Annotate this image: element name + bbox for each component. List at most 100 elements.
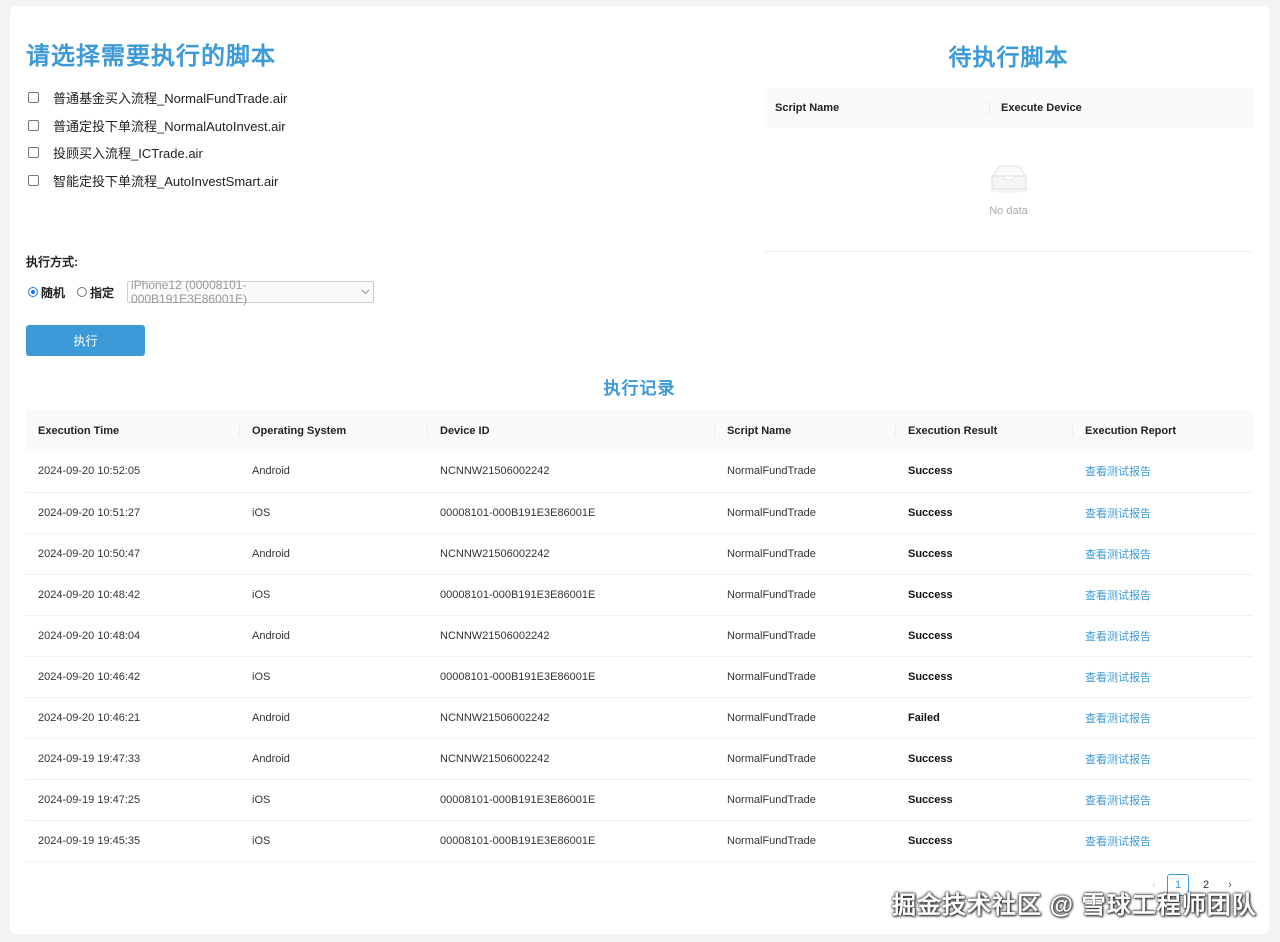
execution-time-cell: 2024-09-20 10:51:27: [26, 492, 240, 534]
result-cell: Success: [896, 656, 1073, 698]
column-header: Operating System: [240, 410, 428, 451]
execution-time-cell: 2024-09-19 19:47:33: [26, 738, 240, 780]
device-id-cell: 00008101-000B191E3E86001E: [428, 820, 715, 862]
report-cell: 查看测试报告: [1073, 492, 1253, 534]
device-id-cell: 00008101-000B191E3E86001E: [428, 574, 715, 616]
mode-random-label[interactable]: 随机: [41, 284, 65, 301]
script-name-cell: NormalFundTrade: [715, 738, 896, 780]
execution-time-cell: 2024-09-19 19:45:35: [26, 820, 240, 862]
os-cell: Android: [240, 697, 428, 739]
script-select-title: 请选择需要执行的脚本: [26, 43, 276, 70]
script-checkbox[interactable]: [28, 147, 39, 159]
table-row: 2024-09-19 19:47:33 Android NCNNW215060022…: [26, 738, 1253, 780]
report-cell: 查看测试报告: [1073, 574, 1253, 616]
script-item[interactable]: 投顾买入流程_ICTrade.air: [28, 139, 287, 167]
result-cell: Success: [896, 533, 1073, 575]
report-cell: 查看测试报告: [1073, 738, 1253, 780]
script-label: 普通基金买入流程_NormalFundTrade.air: [53, 91, 288, 107]
device-id-cell: NCNNW21506002242: [428, 533, 715, 575]
script-checkbox[interactable]: [28, 119, 39, 131]
view-report-link[interactable]: 查看测试报告: [1085, 754, 1151, 766]
report-cell: 查看测试报告: [1073, 615, 1253, 657]
pending-scripts-table: Script Name Execute Device No data: [764, 88, 1253, 252]
device-select-value: iPhone12 (00008101-000B191E3E86001E): [131, 278, 248, 306]
view-report-link[interactable]: 查看测试报告: [1085, 672, 1151, 684]
result-cell: Success: [896, 451, 1073, 493]
execution-time-cell: 2024-09-20 10:52:05: [26, 451, 240, 493]
column-header: Execution Report: [1073, 410, 1253, 451]
script-checkbox[interactable]: [28, 92, 39, 104]
pending-table-header: Script Name Execute Device: [764, 88, 1253, 128]
script-item[interactable]: 智能定投下单流程_AutoInvestSmart.air: [28, 167, 287, 195]
view-report-link[interactable]: 查看测试报告: [1085, 549, 1151, 561]
view-report-link[interactable]: 查看测试报告: [1085, 466, 1151, 478]
report-cell: 查看测试报告: [1073, 451, 1253, 493]
script-checkbox-list: 普通基金买入流程_NormalFundTrade.air 普通定投下单流程_No…: [28, 84, 287, 194]
device-select[interactable]: iPhone12 (00008101-000B191E3E86001E): [127, 278, 375, 306]
os-cell: iOS: [240, 574, 428, 616]
script-item[interactable]: 普通基金买入流程_NormalFundTrade.air: [28, 84, 287, 112]
view-report-link[interactable]: 查看测试报告: [1085, 795, 1151, 807]
script-item[interactable]: 普通定投下单流程_NormalAutoInvest.air: [28, 112, 287, 140]
records-table: Execution Time Operating System Device I…: [26, 410, 1253, 862]
view-report-link[interactable]: 查看测试报告: [1085, 508, 1151, 520]
pending-scripts-title: 待执行脚本: [948, 44, 1069, 70]
os-cell: Android: [240, 738, 428, 780]
table-row: 2024-09-20 10:50:47 Android NCNNW215060022…: [26, 533, 1253, 575]
script-label: 投顾买入流程_ICTrade.air: [53, 146, 203, 162]
os-cell: iOS: [240, 492, 428, 534]
table-row: 2024-09-20 10:48:42 iOS 00008101-000B191E3…: [26, 574, 1253, 616]
device-id-cell: NCNNW21506002242: [428, 738, 715, 780]
column-header: Execution Time: [26, 410, 240, 451]
script-name-cell: NormalFundTrade: [715, 451, 896, 493]
report-cell: 查看测试报告: [1073, 697, 1253, 739]
execution-mode-label: 执行方式:: [26, 255, 78, 269]
device-id-cell: 00008101-000B191E3E86001E: [428, 656, 715, 698]
main-card: 请选择需要执行的脚本 普通基金买入流程_NormalFundTrade.air …: [10, 6, 1269, 934]
records-title: 执行记录: [603, 379, 676, 398]
report-cell: 查看测试报告: [1073, 820, 1253, 862]
script-name-cell: NormalFundTrade: [715, 615, 896, 657]
execution-time-cell: 2024-09-19 19:47:25: [26, 779, 240, 821]
empty-state: No data: [764, 162, 1253, 217]
records-body: 2024-09-20 10:52:05 Android NCNNW215060022…: [26, 451, 1253, 862]
report-cell: 查看测试报告: [1073, 533, 1253, 575]
view-report-link[interactable]: 查看测试报告: [1085, 836, 1151, 848]
mode-specified-label[interactable]: 指定: [90, 284, 114, 301]
mode-random-radio[interactable]: [28, 287, 38, 297]
script-name-cell: NormalFundTrade: [715, 820, 896, 862]
execution-mode-row: 随机 指定 iPhone12 (00008101-000B191E3E86001…: [28, 278, 375, 306]
result-cell: Success: [896, 615, 1073, 657]
device-id-cell: 00008101-000B191E3E86001E: [428, 779, 715, 821]
records-header-row: Execution Time Operating System Device I…: [26, 410, 1253, 451]
table-row: 2024-09-20 10:48:04 Android NCNNW215060022…: [26, 615, 1253, 657]
table-row: 2024-09-19 19:45:35 iOS 00008101-000B191E3…: [26, 820, 1253, 862]
script-checkbox[interactable]: [28, 174, 39, 186]
execution-time-cell: 2024-09-20 10:46:42: [26, 656, 240, 698]
device-id-cell: 00008101-000B191E3E86001E: [428, 492, 715, 534]
script-name-cell: NormalFundTrade: [715, 533, 896, 575]
view-report-link[interactable]: 查看测试报告: [1085, 631, 1151, 643]
table-row: 2024-09-20 10:52:05 Android NCNNW215060022…: [26, 451, 1253, 493]
os-cell: Android: [240, 533, 428, 575]
execute-button[interactable]: 执行: [26, 325, 145, 356]
result-cell: Success: [896, 492, 1073, 534]
result-cell: Success: [896, 574, 1073, 616]
device-id-cell: NCNNW21506002242: [428, 615, 715, 657]
column-header: Execution Result: [896, 410, 1073, 451]
report-cell: 查看测试报告: [1073, 656, 1253, 698]
table-row: 2024-09-19 19:47:25 iOS 00008101-000B191E3…: [26, 779, 1253, 821]
watermark: 掘金技术社区 @ 雪球工程师团队: [892, 892, 1257, 919]
os-cell: Android: [240, 451, 428, 493]
view-report-link[interactable]: 查看测试报告: [1085, 713, 1151, 725]
column-header: Execute Device: [1001, 102, 1082, 114]
column-header: Device ID: [428, 410, 715, 451]
chevron-down-icon: [361, 287, 370, 298]
mode-specified-radio[interactable]: [77, 287, 88, 297]
execution-time-cell: 2024-09-20 10:48:04: [26, 615, 240, 657]
execution-time-cell: 2024-09-20 10:46:21: [26, 697, 240, 739]
result-cell: Success: [896, 820, 1073, 862]
device-id-cell: NCNNW21506002242: [428, 451, 715, 493]
view-report-link[interactable]: 查看测试报告: [1085, 590, 1151, 602]
script-label: 普通定投下单流程_NormalAutoInvest.air: [53, 118, 286, 134]
